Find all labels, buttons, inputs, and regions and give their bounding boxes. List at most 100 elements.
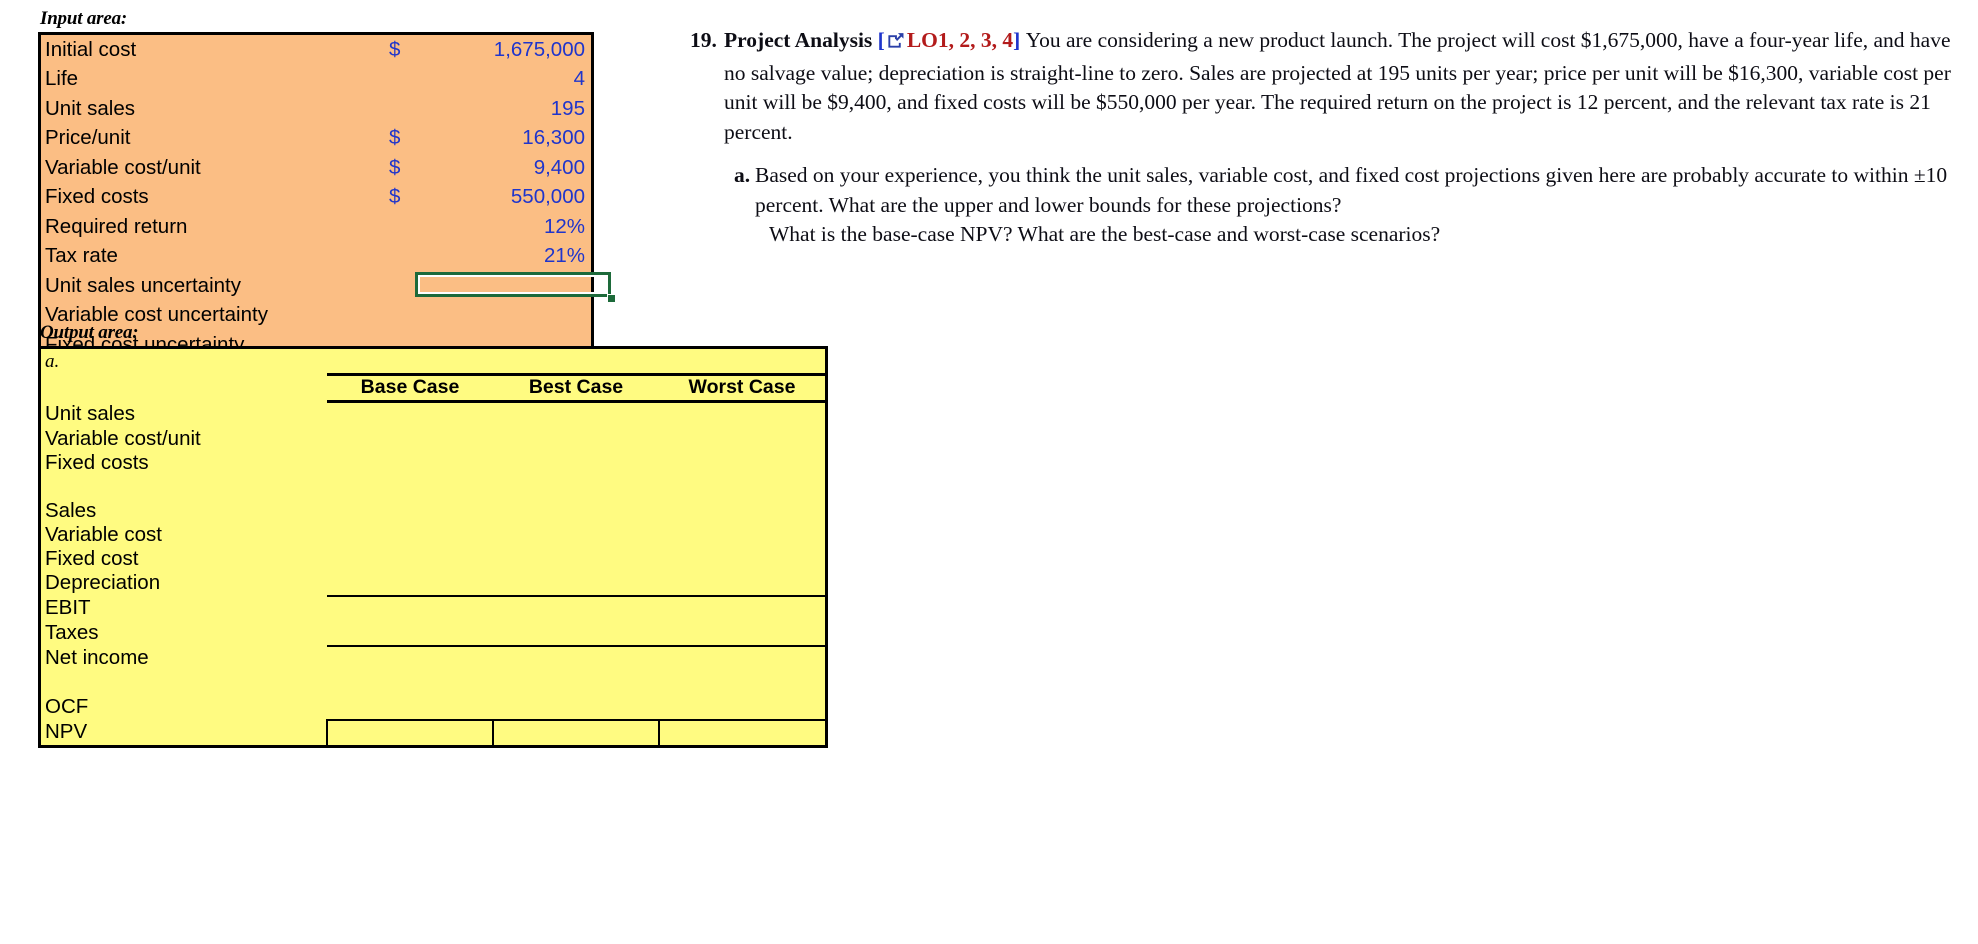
table-row[interactable]: Required return 12% (40, 212, 593, 242)
output-cell-fixed-costs-base[interactable] (327, 451, 493, 475)
output-cell-sales-best[interactable] (493, 499, 659, 523)
output-cell-depreciation-base[interactable] (327, 571, 493, 596)
table-row[interactable]: OCF (40, 695, 827, 720)
table-row[interactable]: Unit sales 195 (40, 94, 593, 124)
output-cell-unit-sales-base[interactable] (327, 402, 493, 428)
output-cell-ebit-base[interactable] (327, 595, 493, 621)
output-cell-variable-cost-per-unit-base[interactable] (327, 427, 493, 451)
table-row[interactable]: Fixed costs $ 550,000 (40, 183, 593, 213)
table-row[interactable]: Net income (40, 645, 827, 671)
excel-export-icon[interactable] (886, 29, 905, 59)
table-row[interactable]: Taxes (40, 621, 827, 646)
row-value-required-return[interactable]: 12% (415, 212, 593, 242)
output-part-label: a. (45, 351, 60, 373)
table-row[interactable]: Unit sales uncertainty (40, 271, 616, 303)
output-cell-variable-cost-per-unit-best[interactable] (493, 427, 659, 451)
table-row[interactable]: Initial cost $ 1,675,000 (40, 34, 593, 65)
output-cell-variable-cost-worst[interactable] (659, 523, 827, 547)
row-value-variable-cost-per-unit[interactable]: 9,400 (415, 153, 593, 183)
output-row-label-fixed-costs: Fixed costs (45, 450, 149, 474)
output-cell-fixed-cost-base[interactable] (327, 547, 493, 571)
table-row[interactable]: NPV (40, 719, 828, 748)
output-cell-ocf-base[interactable] (327, 695, 493, 720)
table-row[interactable]: Variable cost (40, 523, 827, 547)
output-cell-fixed-cost-best[interactable] (493, 547, 659, 571)
row-label-price-per-unit: Price/unit (45, 126, 131, 149)
row-currency-tax-rate (389, 242, 415, 272)
table-row[interactable]: Unit sales (40, 402, 827, 428)
output-cell-depreciation-worst[interactable] (659, 571, 827, 596)
output-row-label-variable-cost: Variable cost (45, 522, 162, 546)
output-cell-unit-sales-worst[interactable] (659, 402, 827, 428)
output-cell-fixed-cost-worst[interactable] (659, 547, 827, 571)
output-row-label-taxes: Taxes (45, 621, 99, 645)
output-spacer-cell-1a (327, 475, 493, 499)
table-row[interactable]: Variable cost/unit (40, 427, 827, 451)
table-row[interactable]: Tax rate 21% (40, 242, 593, 272)
output-cell-net-income-worst[interactable] (659, 645, 827, 671)
row-value-unit-sales-uncertainty[interactable] (415, 271, 616, 303)
table-row[interactable]: Sales (40, 499, 827, 523)
table-row[interactable]: Fixed costs (40, 451, 827, 475)
output-cell-ocf-worst[interactable] (659, 695, 827, 720)
output-cell-fixed-costs-worst[interactable] (659, 451, 827, 475)
output-cell-ebit-worst[interactable] (659, 595, 827, 621)
question-part-a-line1: Based on your experience, you think the … (755, 163, 1948, 217)
table-row[interactable]: Price/unit $ 16,300 (40, 124, 593, 154)
output-cell-sales-worst[interactable] (659, 499, 827, 523)
row-label-fixed-costs: Fixed costs (45, 185, 149, 208)
active-cell-selection-border[interactable] (415, 272, 611, 297)
output-cell-taxes-best[interactable] (493, 621, 659, 646)
table-row[interactable]: Life 4 (40, 65, 593, 95)
row-value-price-per-unit[interactable]: 16,300 (415, 124, 593, 154)
row-value-tax-rate[interactable]: 21% (415, 242, 593, 272)
output-cell-ocf-best[interactable] (493, 695, 659, 720)
input-table-body: Initial cost $ 1,675,000 Life 4 Unit sal… (40, 34, 616, 362)
output-cell-net-income-base[interactable] (327, 645, 493, 671)
output-cell-variable-cost-best[interactable] (493, 523, 659, 547)
output-row-label-sales: Sales (45, 498, 97, 522)
output-spacer-label-1 (40, 475, 328, 499)
output-cell-fixed-costs-best[interactable] (493, 451, 659, 475)
output-row-label-variable-cost-per-unit: Variable cost/unit (45, 426, 201, 450)
column-header-best-case: Best Case (493, 373, 659, 403)
question-panel: 19. Project Analysis [LO1, 2, 3, 4] You … (690, 26, 1952, 250)
lo-tag: LO1, 2, 3, 4 (906, 28, 1014, 52)
output-cell-npv-worst[interactable] (658, 719, 828, 748)
output-cell-npv-base[interactable] (326, 719, 494, 748)
output-area-section: Output area: a. Base Case Best Case Wors… (38, 322, 838, 748)
output-cell-variable-cost-per-unit-worst[interactable] (659, 427, 827, 451)
output-cell-depreciation-best[interactable] (493, 571, 659, 596)
row-value-unit-sales[interactable]: 195 (415, 94, 593, 124)
row-value-life[interactable]: 4 (415, 65, 593, 95)
row-value-fixed-costs[interactable]: 550,000 (415, 183, 593, 213)
input-area-title: Input area: (40, 8, 128, 29)
output-row-label-fixed-cost: Fixed cost (45, 546, 139, 570)
output-cell-unit-sales-best[interactable] (493, 402, 659, 428)
question-part-a-line2: What is the base-case NPV? What are the … (769, 222, 1441, 246)
output-spacer-cell-2b (493, 671, 659, 695)
output-cell-variable-cost-base[interactable] (327, 523, 493, 547)
row-currency-unit-sales (389, 94, 415, 124)
table-row[interactable]: EBIT (40, 595, 827, 621)
row-currency-required-return (389, 212, 415, 242)
question-parts: a. Based on your experience, you think t… (690, 161, 1952, 250)
output-spacer-row-2 (40, 671, 827, 695)
fill-handle[interactable] (607, 294, 616, 303)
output-cell-taxes-worst[interactable] (659, 621, 827, 646)
output-part-pad-1 (327, 348, 493, 375)
output-cell-npv-best[interactable] (492, 719, 660, 748)
row-label-initial-cost: Initial cost (45, 37, 137, 61)
table-row[interactable]: Depreciation (40, 571, 827, 596)
table-row[interactable]: Fixed cost (40, 547, 827, 571)
output-cell-taxes-base[interactable] (327, 621, 493, 646)
output-row-label-unit-sales: Unit sales (45, 402, 136, 425)
output-cell-sales-base[interactable] (327, 499, 493, 523)
output-cell-net-income-best[interactable] (493, 645, 659, 671)
input-table: Initial cost $ 1,675,000 Life 4 Unit sal… (38, 32, 616, 363)
row-value-initial-cost[interactable]: 1,675,000 (415, 34, 593, 65)
output-cell-ebit-best[interactable] (493, 595, 659, 621)
question-main: 19. Project Analysis [LO1, 2, 3, 4] You … (690, 26, 1952, 147)
table-row[interactable]: Variable cost/unit $ 9,400 (40, 153, 593, 183)
output-spacer-cell-1c (659, 475, 827, 499)
